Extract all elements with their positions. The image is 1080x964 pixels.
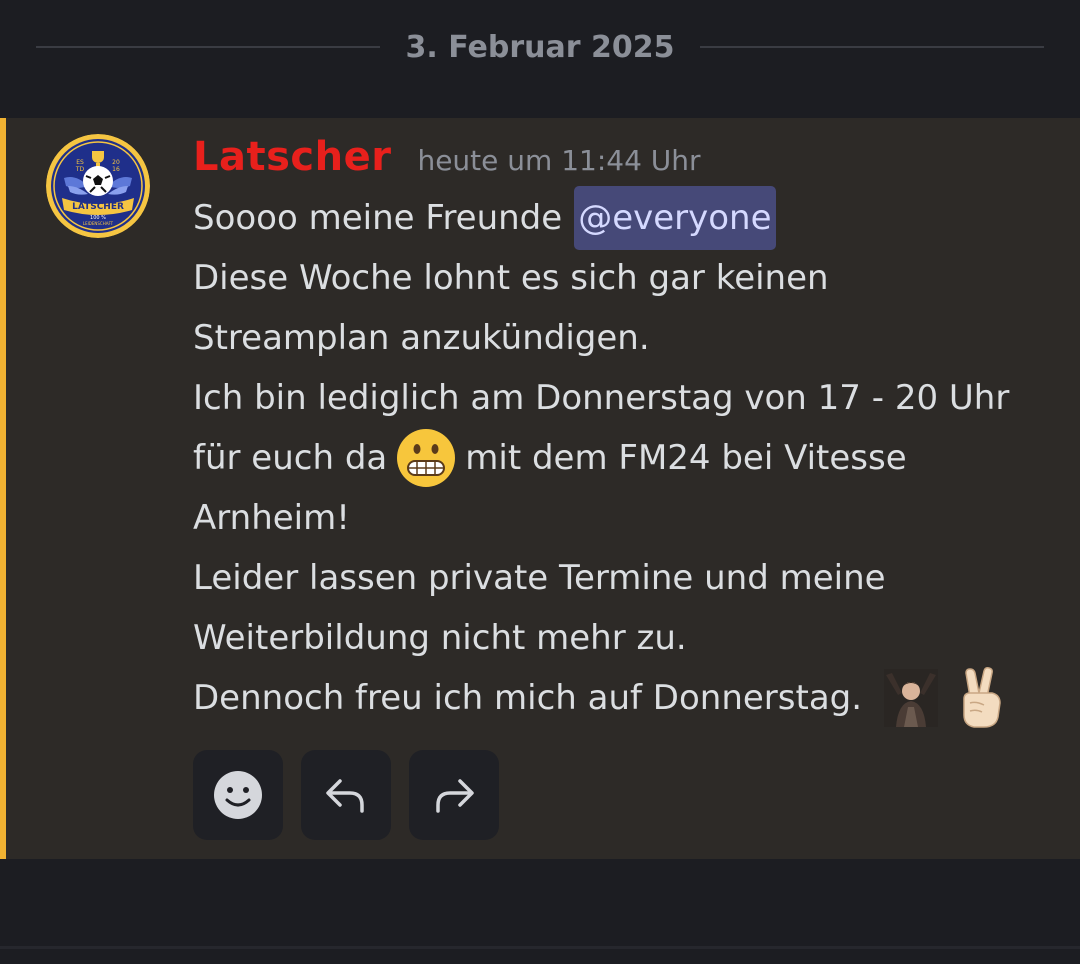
divider-line-right	[700, 46, 1045, 48]
svg-text:TD: TD	[75, 166, 85, 173]
message-text: Leider lassen private Termine und meine	[193, 558, 886, 598]
message-text: Soooo meine Freunde	[193, 198, 563, 238]
svg-text:ES: ES	[76, 159, 84, 166]
username[interactable]: Latscher	[193, 134, 391, 180]
message-content: Soooo meine Freunde @everyone Diese Woch…	[193, 186, 1063, 731]
message-actions	[193, 750, 499, 840]
cheering-person-emote-icon[interactable]	[878, 665, 944, 731]
forward-button[interactable]	[409, 750, 499, 840]
message-line: Soooo meine Freunde @everyone	[193, 186, 1063, 250]
chat-view: 3. Februar 2025 LATSCHER ES 20 TD 16 100…	[0, 0, 1080, 964]
message-line: für euch da mit dem FM24 bei Vitesse	[193, 428, 1063, 488]
add-reaction-button[interactable]	[193, 750, 283, 840]
message-header: Latscher heute um 11:44 Uhr	[193, 134, 701, 186]
date-label: 3. Februar 2025	[405, 29, 675, 65]
message-line: Streamplan anzukündigen.	[193, 308, 1063, 368]
logo-name-text: LATSCHER	[72, 202, 124, 212]
date-divider: 3. Februar 2025	[36, 22, 1045, 72]
reply-icon	[326, 779, 364, 813]
forward-icon	[436, 779, 474, 813]
grimacing-face-icon[interactable]	[395, 427, 457, 489]
message-text: Weiterbildung nicht mehr zu.	[193, 618, 687, 658]
message-text: Ich bin lediglich am Donnerstag von 17 -…	[193, 378, 1010, 418]
reply-button[interactable]	[301, 750, 391, 840]
svg-text:16: 16	[112, 166, 120, 173]
message-text: mit dem FM24 bei Vitesse	[465, 438, 907, 478]
message-line: Diese Woche lohnt es sich gar keinen	[193, 248, 1063, 308]
message-line: Weiterbildung nicht mehr zu.	[193, 608, 1063, 668]
team-logo-icon: LATSCHER ES 20 TD 16 100 % LEIDENSCHAFT	[46, 134, 150, 238]
message-line: Dennoch freu ich mich auf Donnerstag.	[193, 665, 1063, 731]
svg-text:LEIDENSCHAFT: LEIDENSCHAFT	[83, 221, 114, 226]
message-item[interactable]: LATSCHER ES 20 TD 16 100 % LEIDENSCHAFT …	[0, 118, 1080, 859]
message-text: für euch da	[193, 438, 388, 478]
message-line: Ich bin lediglich am Donnerstag von 17 -…	[193, 368, 1063, 428]
message-text: Streamplan anzukündigen.	[193, 318, 650, 358]
svg-text:20: 20	[112, 159, 120, 166]
divider-line-left	[36, 46, 380, 48]
message-text: Dennoch freu ich mich auf Donnerstag.	[193, 678, 863, 718]
message-line: Leider lassen private Termine und meine	[193, 548, 1063, 608]
avatar[interactable]: LATSCHER ES 20 TD 16 100 % LEIDENSCHAFT	[46, 134, 150, 238]
message-line: Arnheim!	[193, 488, 1063, 548]
timestamp: heute um 11:44 Uhr	[417, 144, 701, 177]
mention-everyone[interactable]: @everyone	[574, 186, 776, 250]
bottom-divider	[0, 946, 1080, 949]
message-text: Diese Woche lohnt es sich gar keinen	[193, 258, 829, 298]
victory-hand-icon[interactable]	[954, 667, 1010, 729]
add-reaction-icon	[214, 771, 262, 819]
message-text: Arnheim!	[193, 498, 350, 538]
